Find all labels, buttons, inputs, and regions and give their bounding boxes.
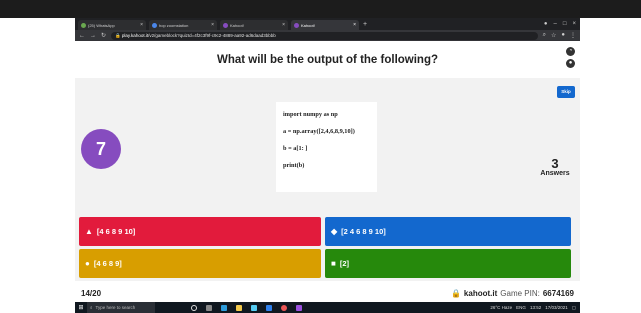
close-icon[interactable]: × <box>353 22 356 28</box>
answer-option-triangle[interactable]: ▲ [4 6 8 9 10] <box>79 217 321 246</box>
lock-icon: 🔒 <box>450 288 461 298</box>
skip-button[interactable]: Skip <box>557 86 575 98</box>
account-icon[interactable]: ● <box>561 32 565 39</box>
close-icon[interactable]: × <box>140 22 143 28</box>
answer-option-label: [4 6 8 9 10] <box>96 227 136 236</box>
answer-option-diamond[interactable]: ◆ [2 4 6 8 9 10] <box>325 217 571 246</box>
countdown-timer: 7 <box>81 129 121 169</box>
code-line: a = np.array([2,4,6,8,9,10]) <box>283 128 355 135</box>
pin-label: Game PIN: <box>500 288 540 298</box>
tab-label: Kahoot! <box>301 22 315 28</box>
answer-option-label: [4 6 8 9] <box>93 259 122 268</box>
question-header: What will be the output of the following… <box>75 41 580 78</box>
windows-taskbar: ⊞ ⌕ Type here to search 26°C Haze ENG 13… <box>75 302 580 313</box>
search-icon: ⌕ <box>90 305 93 310</box>
cortana-icon[interactable] <box>191 304 197 311</box>
lock-icon: 🔒 <box>115 32 122 38</box>
answer-count: 3 Answers <box>535 157 575 177</box>
circle-icon: ● <box>85 259 90 268</box>
browser-tab-strip: (25) WhatsApp × hop zoomstation × Kahoot… <box>75 18 580 30</box>
browser-tab[interactable]: Kahoot! × <box>220 20 288 30</box>
code-snippet: import numpy as np a = np.array([2,4,6,8… <box>276 102 377 192</box>
task-view-icon[interactable] <box>206 304 212 311</box>
language-indicator[interactable]: ENG <box>516 305 526 311</box>
window-controls: ● – □ × <box>544 18 580 30</box>
search-placeholder: Type here to search <box>95 305 136 310</box>
mute-icon[interactable]: ◔ <box>566 47 575 56</box>
back-icon[interactable]: ← <box>79 33 85 39</box>
minimize-icon[interactable]: – <box>554 18 557 30</box>
kahoot-icon <box>294 22 299 28</box>
reload-icon[interactable]: ↻ <box>101 32 106 39</box>
close-window-icon[interactable]: × <box>572 18 576 30</box>
close-icon[interactable]: × <box>211 22 214 28</box>
address-bar-row: ← → ↻ 🔒 play.kahoot.it /v2/gameblock?qui… <box>75 30 580 41</box>
settings-icon[interactable]: ● <box>566 59 575 68</box>
weather-status[interactable]: 26°C Haze <box>490 305 512 311</box>
url-domain: play.kahoot.it <box>121 33 149 38</box>
edge-icon[interactable] <box>221 304 227 311</box>
kahoot-page: What will be the output of the following… <box>75 41 580 305</box>
answer-option-label: [2] <box>339 259 350 268</box>
tab-label: Kahoot! <box>230 22 244 28</box>
windows-start-icon[interactable]: ⊞ <box>75 304 87 311</box>
question-progress: 14/20 <box>81 288 102 298</box>
search-icon[interactable]: ⌕ <box>543 32 546 39</box>
close-icon[interactable]: × <box>282 22 285 28</box>
taskbar-search[interactable]: ⌕ Type here to search <box>87 302 155 313</box>
code-line: import numpy as np <box>283 111 338 118</box>
mail-icon[interactable] <box>266 304 272 311</box>
answer-option-circle[interactable]: ● [4 6 8 9] <box>79 249 321 278</box>
diamond-icon: ◆ <box>331 227 338 236</box>
answer-option-label: [2 4 6 8 9 10] <box>341 227 386 236</box>
top-black-bar <box>0 0 641 18</box>
clock-time[interactable]: 13:52 <box>530 305 541 311</box>
url-field[interactable]: 🔒 play.kahoot.it /v2/gameblock?quizId=4f… <box>111 31 538 40</box>
browser-tab[interactable]: (25) WhatsApp × <box>78 20 146 30</box>
menu-icon[interactable]: ⋮ <box>570 32 576 39</box>
question-title: What will be the output of the following… <box>216 53 438 66</box>
profile-icon[interactable]: ● <box>544 18 548 30</box>
whatsapp-icon <box>81 22 86 28</box>
notifications-icon[interactable]: ▢ <box>572 305 576 311</box>
file-explorer-icon[interactable] <box>236 304 242 311</box>
screen-capture: (25) WhatsApp × hop zoomstation × Kahoot… <box>75 18 580 313</box>
answer-option-square[interactable]: ■ [2] <box>325 249 571 278</box>
square-icon: ■ <box>331 259 336 268</box>
chrome-icon[interactable] <box>281 304 287 311</box>
star-icon[interactable]: ☆ <box>551 32 556 39</box>
code-line: print(b) <box>283 162 305 169</box>
answer-count-label: Answers <box>540 170 570 177</box>
store-icon[interactable] <box>251 304 257 311</box>
clock-date[interactable]: 17/03/2021 <box>545 305 568 311</box>
answer-count-number: 3 <box>551 156 559 171</box>
browser-tab[interactable]: hop zoomstation × <box>149 20 217 30</box>
tab-label: hop zoomstation <box>159 22 189 28</box>
url-path: /v2/gameblock?quizId=4f2c3f9f-c9c2-4889-… <box>148 33 276 38</box>
question-body: Skip 7 import numpy as np a = np.array([… <box>75 78 580 216</box>
brand-link: kahoot.it <box>463 288 498 298</box>
new-tab-button[interactable]: + <box>363 20 367 30</box>
game-pin: 6674169 <box>542 288 574 298</box>
taskbar-apps <box>191 304 302 311</box>
zoom-icon <box>152 22 157 28</box>
maximize-icon[interactable]: □ <box>563 18 567 30</box>
browser-tab-active[interactable]: Kahoot! × <box>291 20 359 30</box>
tab-label: (25) WhatsApp <box>88 22 115 28</box>
triangle-icon: ▲ <box>85 227 93 236</box>
forward-icon[interactable]: → <box>90 33 96 39</box>
kahoot-icon <box>223 22 228 28</box>
code-line: b = a[1: ] <box>283 145 308 152</box>
system-tray: 26°C Haze ENG 13:52 17/03/2021 ▢ <box>490 305 580 311</box>
app-icon[interactable] <box>296 304 302 311</box>
